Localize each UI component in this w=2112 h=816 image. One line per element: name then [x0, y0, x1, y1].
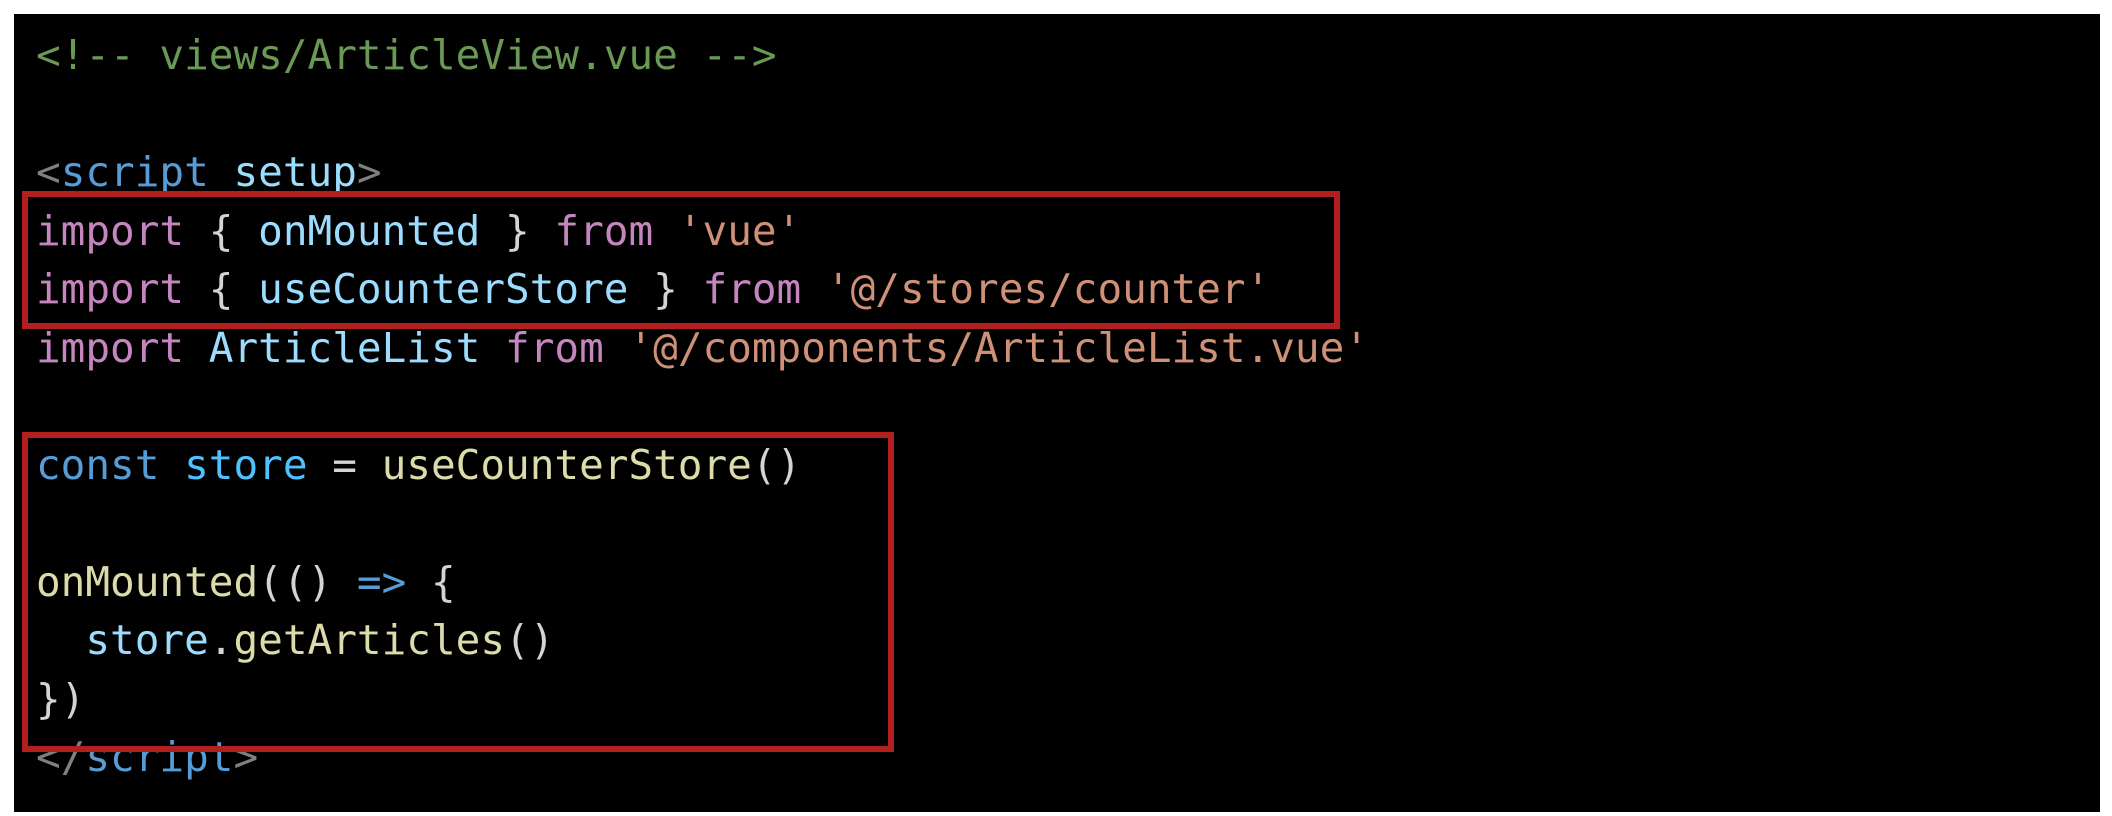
code-token-comment: <!-- views/ArticleView.vue -->	[36, 31, 777, 79]
code-token-keyword: from	[702, 265, 802, 313]
code-token-keyword: from	[505, 323, 604, 372]
code-token-punct	[209, 148, 234, 196]
code-token-punct: {	[406, 557, 456, 606]
code-token-var: ArticleList	[208, 323, 481, 372]
code-line: const store = useCounterStore()	[36, 436, 1369, 495]
code-token-tagname: script	[60, 148, 209, 196]
code-token-punct	[653, 207, 678, 255]
code-line: import { useCounterStore } from '@/store…	[36, 260, 1369, 319]
code-token-punct	[801, 265, 826, 313]
code-token-keyword: import	[36, 265, 185, 313]
code-line: </script>	[36, 728, 1369, 787]
code-token-punct: .	[208, 616, 234, 664]
code-block: <!-- views/ArticleView.vue --> <script s…	[36, 14, 1369, 787]
code-token-tag: >	[233, 733, 259, 781]
code-token-punct	[36, 616, 85, 664]
code-token-attr: setup	[233, 148, 357, 196]
code-token-punct: (()	[258, 557, 357, 606]
code-token-punct	[604, 324, 629, 372]
code-line: store.getArticles()	[36, 611, 1369, 670]
code-line: })	[36, 670, 1369, 729]
code-token-fn: useCounterStore	[381, 440, 752, 489]
code-token-punct: {	[184, 265, 259, 313]
code-line: <script setup>	[36, 143, 1369, 202]
code-token-tag: <	[36, 148, 61, 196]
code-token-tag: >	[356, 148, 382, 196]
code-line: import { onMounted } from 'vue'	[36, 202, 1369, 261]
code-token-op: =	[307, 440, 382, 489]
code-token-string: '@/stores/counter'	[825, 265, 1271, 313]
code-token-punct: }	[628, 265, 703, 313]
code-token-storage: const	[36, 440, 160, 489]
code-token-fn: getArticles	[233, 616, 506, 664]
code-token-punct	[159, 441, 184, 489]
code-token-punct: ()	[505, 616, 555, 664]
code-token-var: store	[85, 616, 209, 664]
code-token-punct: })	[36, 674, 86, 723]
code-token-keyword: import	[36, 206, 185, 255]
code-token-punct: }	[480, 206, 555, 255]
code-token-punct: {	[184, 206, 259, 255]
code-token-arrow: =>	[356, 557, 407, 606]
code-token-string: '@/components/ArticleList.vue'	[628, 323, 1369, 372]
code-line: <!-- views/ArticleView.vue -->	[36, 26, 1369, 85]
code-line: onMounted(() => {	[36, 553, 1369, 612]
code-token-punct: ()	[751, 440, 802, 489]
code-token-keyword: import	[36, 323, 185, 372]
code-token-const: store	[184, 440, 308, 489]
code-token-fn: onMounted	[36, 557, 259, 606]
code-line: import ArticleList from '@/components/Ar…	[36, 319, 1369, 378]
code-token-punct	[480, 324, 505, 372]
code-token-tagname: script	[85, 733, 234, 781]
code-token-var: useCounterStore	[258, 265, 629, 313]
code-editor: <!-- views/ArticleView.vue --> <script s…	[14, 14, 2100, 812]
code-token-var: onMounted	[258, 206, 481, 255]
code-token-punct	[184, 324, 209, 372]
code-token-string: 'vue'	[677, 206, 802, 255]
code-token-keyword: from	[554, 206, 654, 255]
code-token-tag: </	[36, 733, 86, 781]
